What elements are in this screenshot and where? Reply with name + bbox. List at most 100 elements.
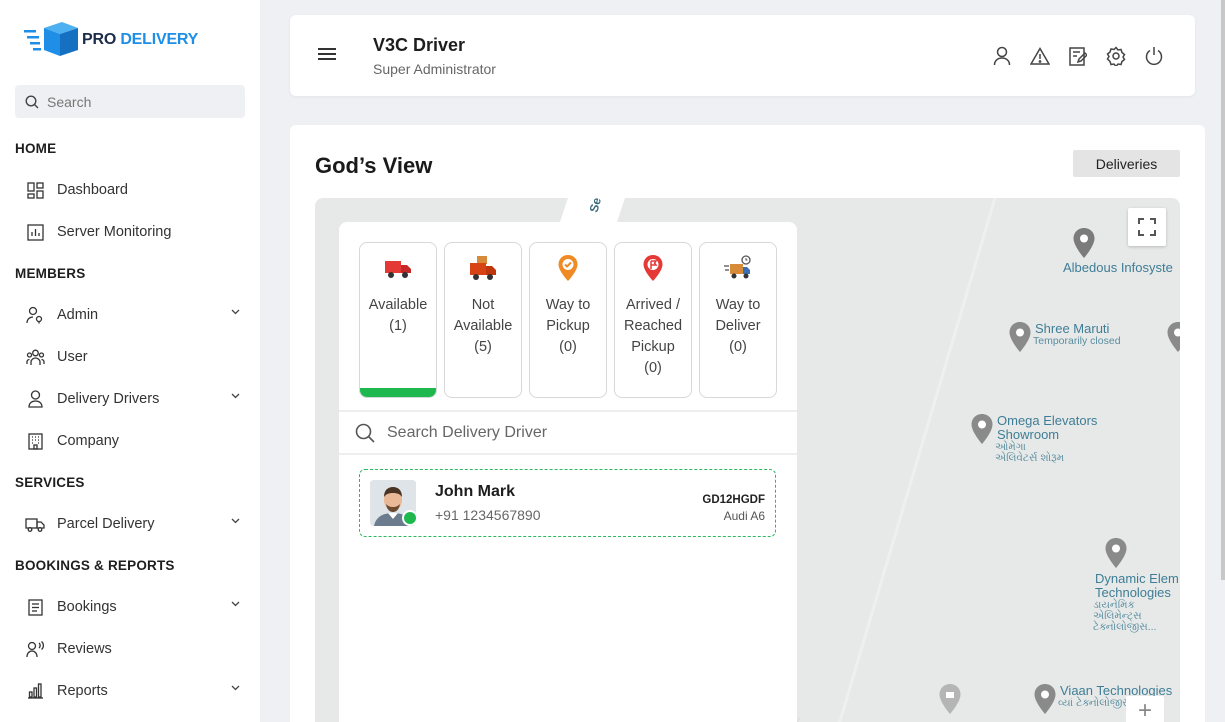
status-count: (5) <box>474 339 492 355</box>
poi-dynamic-text: Dynamic Elem Technologies ડાયનેમિક એલિમે… <box>1093 572 1180 633</box>
sidebar-item-label: User <box>57 349 88 365</box>
status-card-way-to-pickup[interactable]: Way to Pickup (0) <box>529 242 607 398</box>
gods-view-card: God’s View Deliveries Se Albedous Infosy… <box>290 125 1205 722</box>
section-bookings-reports: BOOKINGS & REPORTS <box>15 558 175 573</box>
sidebar-item-label: Server Monitoring <box>57 224 172 240</box>
sidebar-item-server-monitoring[interactable]: Server Monitoring <box>24 218 246 246</box>
sidebar-item-label: Dashboard <box>57 182 128 198</box>
map-poi-omega[interactable]: Omega Elevators Showroom ઓમેગા એલિવેટર્સ… <box>971 414 1097 464</box>
map-poi-albedous[interactable] <box>1073 228 1095 258</box>
status-label: Not <box>471 297 495 313</box>
header-subtitle: Super Administrator <box>373 61 496 77</box>
reviews-speaking-icon <box>24 638 46 660</box>
map-pin-icon <box>1073 228 1095 258</box>
sidebar-item-label: Bookings <box>57 599 117 615</box>
map-poi-shop[interactable] <box>939 684 961 714</box>
sidebar-item-reviews[interactable]: Reviews <box>24 635 246 663</box>
sidebar-item-dashboard[interactable]: Dashboard <box>24 176 246 204</box>
online-status-dot <box>402 510 418 526</box>
page-scrollbar[interactable] <box>1221 0 1225 580</box>
deliveries-button[interactable]: Deliveries <box>1073 150 1180 177</box>
top-header: V3C Driver Super Administrator <box>290 15 1195 96</box>
status-card-arrived-pickup[interactable]: Arrived / Reached Pickup (0) <box>614 242 692 398</box>
driver-phone: +91 1234567890 <box>435 507 541 523</box>
sidebar-item-user[interactable]: User <box>24 343 246 371</box>
driver-list-item[interactable]: John Mark +91 1234567890 GD12HGDF Audi A… <box>359 469 776 537</box>
status-label: Available <box>368 297 428 313</box>
sidebar-item-company[interactable]: Company <box>24 427 246 455</box>
sidebar-search-placeholder: Search <box>47 93 92 110</box>
page-title: God’s View <box>315 153 433 178</box>
sidebar: PRO DELIVERY Search HOME Dashboard Serve… <box>0 0 260 722</box>
power-icon[interactable] <box>1143 45 1165 67</box>
zoom-in-button[interactable]: + <box>1126 696 1164 722</box>
brand-logo[interactable]: PRO DELIVERY <box>24 22 198 58</box>
poi-label-2: Technologies <box>1095 585 1171 600</box>
header-actions <box>991 45 1165 67</box>
map-view[interactable]: Se Albedous Infosyste Shree Maruti Tempo… <box>315 198 1180 722</box>
chevron-down-icon <box>231 309 240 315</box>
status-count: (0) <box>729 339 747 355</box>
poi-label: Shree Maruti <box>1035 321 1110 336</box>
sidebar-item-label: Reports <box>57 683 108 699</box>
chevron-down-icon <box>231 518 240 524</box>
user-icon[interactable] <box>991 45 1013 67</box>
map-poi-edge[interactable] <box>1167 322 1180 352</box>
sidebar-item-admin[interactable]: Admin <box>24 301 246 329</box>
status-count: (1) <box>389 318 407 334</box>
driver-search-bar <box>339 410 797 455</box>
map-poi-dynamic[interactable] <box>1105 538 1127 568</box>
poi-label: Dynamic Elem <box>1095 571 1179 586</box>
status-card-way-to-deliver[interactable]: Way to Deliver (0) <box>699 242 777 398</box>
edit-icon[interactable] <box>1067 45 1089 67</box>
delivery-truck-icon <box>24 513 46 535</box>
sidebar-item-label: Company <box>57 433 120 449</box>
driver-panel: Available (1) Not Available (5) Way to P… <box>339 222 797 722</box>
poi-label-2: Showroom <box>997 427 1060 442</box>
building-icon <box>24 430 46 452</box>
admin-user-icon <box>24 304 46 326</box>
sidebar-item-reports[interactable]: Reports <box>24 677 246 705</box>
pickup-pin-icon <box>553 253 583 283</box>
sidebar-item-delivery-drivers[interactable]: Delivery Drivers <box>24 385 246 413</box>
brand-name: PRO DELIVERY <box>82 31 198 49</box>
warning-icon[interactable] <box>1029 45 1051 67</box>
sidebar-item-bookings[interactable]: Bookings <box>24 593 246 621</box>
shopping-pin-icon <box>939 684 961 714</box>
brand-pro-text: PRO <box>82 31 117 48</box>
status-card-available[interactable]: Available (1) <box>359 242 437 398</box>
chevron-down-icon <box>231 685 240 691</box>
vehicle-plate: GD12HGDF <box>702 494 765 506</box>
chevron-down-icon <box>231 393 240 399</box>
document-list-icon <box>24 596 46 618</box>
section-services: SERVICES <box>15 475 85 490</box>
map-poi-shree-maruti[interactable]: Shree Maruti Temporarily closed <box>1009 322 1121 352</box>
header-title: V3C Driver <box>373 35 466 55</box>
brand-delivery-text: DELIVERY <box>120 31 199 48</box>
users-group-icon <box>24 346 46 368</box>
poi-label: Albedous Infosyste <box>1063 260 1173 275</box>
search-icon <box>355 423 375 443</box>
status-label-2: Deliver <box>715 318 761 334</box>
driver-user-icon <box>24 388 46 410</box>
flag-pin-icon <box>638 253 668 283</box>
status-label-2: Pickup <box>546 318 590 334</box>
hamburger-menu-icon[interactable] <box>318 48 336 60</box>
map-pin-icon <box>1167 322 1180 352</box>
settings-icon[interactable] <box>1105 45 1127 67</box>
sidebar-search[interactable]: Search <box>15 85 245 118</box>
driver-name: John Mark <box>435 483 516 500</box>
map-tab-text: Se <box>586 198 605 214</box>
dashboard-icon <box>24 179 46 201</box>
fullscreen-icon[interactable] <box>1128 208 1166 246</box>
delivery-truck-icon <box>723 253 753 283</box>
poi-sublabel: Temporarily closed <box>1033 335 1121 347</box>
driver-search-input[interactable] <box>387 423 767 442</box>
poi-sublabel-2: ટેક્નોલોજીસ... <box>1093 621 1157 633</box>
status-card-not-available[interactable]: Not Available (5) <box>444 242 522 398</box>
sidebar-item-parcel-delivery[interactable]: Parcel Delivery <box>24 510 246 538</box>
status-label: Way to <box>715 297 761 313</box>
chart-monitor-icon <box>24 221 46 243</box>
status-label-2: Reached <box>623 318 683 334</box>
vehicle-model: Audi A6 <box>723 509 765 523</box>
